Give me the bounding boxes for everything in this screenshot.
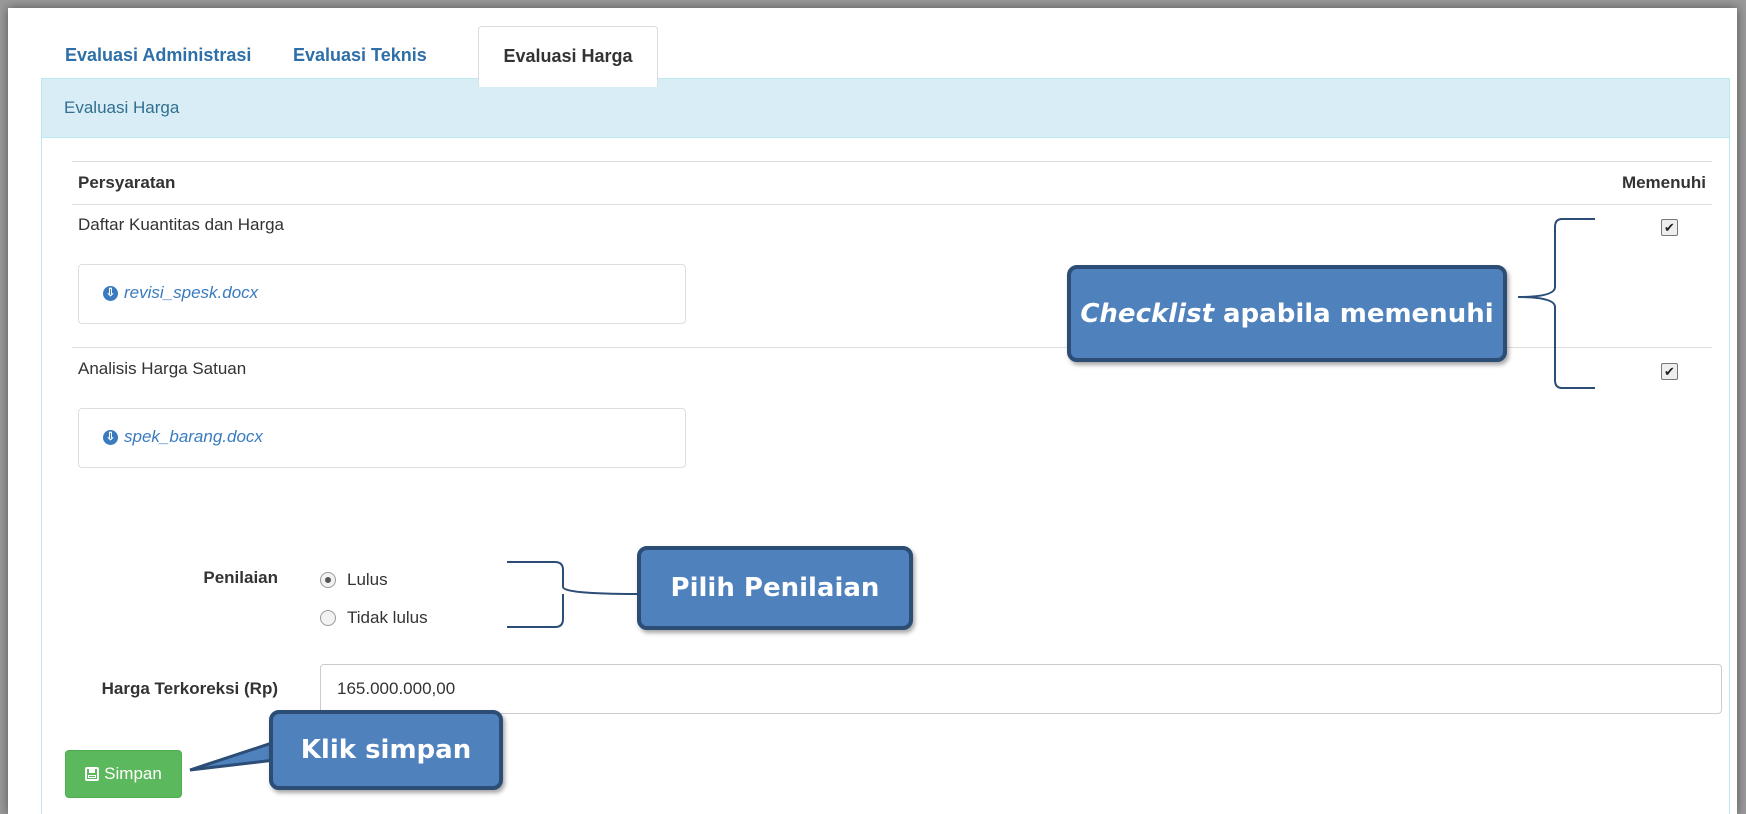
- requirement-label: Daftar Kuantitas dan Harga: [78, 215, 285, 234]
- tab-bar: Evaluasi Administrasi Evaluasi Teknis Ev…: [40, 18, 1727, 87]
- file-box: ⇩ spek_barang.docx: [78, 408, 686, 468]
- header-memenuhi: Memenuhi: [1621, 173, 1706, 192]
- callout-checklist-text: apabila memenuhi: [1223, 298, 1494, 329]
- callout-pilih-penilaian: Pilih Penilaian: [637, 546, 913, 630]
- check-icon: ✔: [1664, 220, 1675, 235]
- harga-terkoreksi-input[interactable]: [320, 664, 1722, 714]
- radio-dot-selected[interactable]: [320, 572, 336, 588]
- table-row: Analisis Harga Satuan ✔ ⇩ spek_barang.do…: [72, 348, 1712, 491]
- file-download-link[interactable]: ⇩ spek_barang.docx: [103, 427, 263, 447]
- simpan-label: Simpan: [104, 764, 162, 783]
- simpan-button[interactable]: Simpan: [65, 750, 182, 798]
- radio-tidak-lulus[interactable]: Tidak lulus: [320, 608, 428, 628]
- callout-checklist-italic: Checklist: [1080, 298, 1214, 329]
- radio-lulus[interactable]: Lulus: [320, 570, 388, 590]
- tab-evaluasi-administrasi[interactable]: Evaluasi Administrasi: [40, 26, 276, 84]
- callout-klik-text: Klik simpan: [300, 735, 472, 765]
- panel-heading: Evaluasi Harga: [42, 79, 1729, 138]
- radio-lulus-label: Lulus: [347, 570, 388, 589]
- penilaian-label: Penilaian: [203, 568, 278, 587]
- download-circle-icon: ⇩: [103, 429, 118, 445]
- memenuhi-checkbox[interactable]: ✔: [1661, 219, 1678, 236]
- callout-pilih-text: Pilih Penilaian: [670, 573, 880, 603]
- memenuhi-checkbox[interactable]: ✔: [1661, 363, 1678, 380]
- download-circle-icon: ⇩: [103, 285, 118, 301]
- file-box: ⇩ revisi_spesk.docx: [78, 264, 686, 324]
- header-persyaratan: Persyaratan: [78, 173, 176, 192]
- radio-dot[interactable]: [320, 610, 336, 626]
- tab-evaluasi-harga[interactable]: Evaluasi Harga: [478, 26, 658, 87]
- radio-tidak-lulus-label: Tidak lulus: [347, 608, 428, 627]
- check-icon: ✔: [1664, 364, 1675, 379]
- file-name: spek_barang.docx: [124, 427, 263, 446]
- requirement-label: Analisis Harga Satuan: [78, 359, 247, 378]
- callout-checklist: Checklist apabila memenuhi: [1067, 265, 1507, 362]
- table-header: Persyaratan Memenuhi: [72, 161, 1712, 205]
- callout-klik-simpan: Klik simpan: [269, 710, 503, 790]
- file-name: revisi_spesk.docx: [124, 283, 259, 302]
- tab-evaluasi-teknis[interactable]: Evaluasi Teknis: [268, 26, 452, 84]
- harga-terkoreksi-label: Harga Terkoreksi (Rp): [101, 679, 278, 698]
- file-download-link[interactable]: ⇩ revisi_spesk.docx: [103, 283, 258, 303]
- page-frame: Evaluasi Administrasi Evaluasi Teknis Ev…: [8, 8, 1737, 814]
- floppy-disk-icon: [85, 767, 100, 781]
